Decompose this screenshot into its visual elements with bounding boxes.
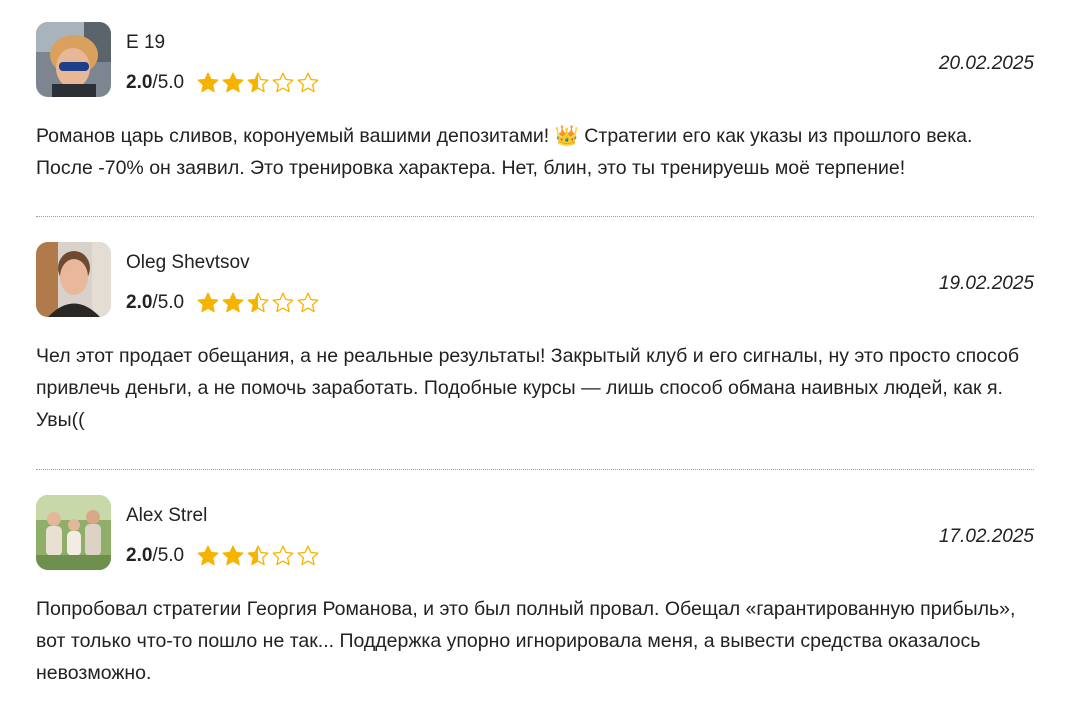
star-half-icon bbox=[247, 72, 269, 93]
rating-score: 2.0 bbox=[126, 72, 153, 93]
avatar bbox=[36, 242, 111, 317]
star-rating bbox=[196, 544, 320, 568]
star-full-icon bbox=[197, 292, 219, 313]
star-half-icon bbox=[247, 292, 269, 313]
review-rating: 2.0/5.0 bbox=[126, 543, 320, 569]
review-text: Романов царь сливов, коронуемый вашими д… bbox=[36, 125, 973, 179]
review-rating: 2.0/5.0 bbox=[126, 290, 320, 316]
review-text: Чел этот продает обещания, а не реальные… bbox=[36, 345, 1020, 431]
rating-scale: /5.0 bbox=[152, 292, 185, 313]
review-author: Oleg Shevtsov bbox=[126, 252, 250, 273]
rating-score: 2.0 bbox=[126, 292, 153, 313]
divider bbox=[36, 216, 1034, 217]
review-date: 20.02.2025 bbox=[938, 53, 1034, 74]
review-text: Попробовал стратегии Георгия Романова, и… bbox=[36, 598, 1016, 684]
star-empty-icon bbox=[272, 292, 294, 313]
man-portrait-icon bbox=[36, 242, 111, 317]
star-full-icon bbox=[197, 72, 219, 93]
avatar bbox=[36, 495, 111, 570]
star-full-icon bbox=[222, 72, 244, 93]
star-empty-icon bbox=[297, 545, 319, 566]
family-photo-icon bbox=[36, 495, 111, 570]
star-empty-icon bbox=[297, 72, 319, 93]
avatar bbox=[36, 22, 111, 97]
man-in-car-sunglasses-icon bbox=[36, 22, 111, 97]
star-full-icon bbox=[222, 292, 244, 313]
star-rating bbox=[196, 71, 320, 95]
star-full-icon bbox=[222, 545, 244, 566]
review-date: 17.02.2025 bbox=[938, 526, 1034, 547]
star-full-icon bbox=[197, 545, 219, 566]
review-date: 19.02.2025 bbox=[938, 273, 1034, 294]
star-empty-icon bbox=[272, 72, 294, 93]
star-empty-icon bbox=[272, 545, 294, 566]
review-author: Е 19 bbox=[126, 32, 166, 53]
review-author: Alex Strel bbox=[126, 505, 208, 526]
star-half-icon bbox=[247, 545, 269, 566]
rating-scale: /5.0 bbox=[152, 545, 185, 566]
rating-score: 2.0 bbox=[126, 545, 153, 566]
rating-scale: /5.0 bbox=[152, 72, 185, 93]
star-rating bbox=[196, 291, 320, 315]
review-rating: 2.0/5.0 bbox=[126, 70, 320, 96]
star-empty-icon bbox=[297, 292, 319, 313]
divider bbox=[36, 469, 1034, 470]
